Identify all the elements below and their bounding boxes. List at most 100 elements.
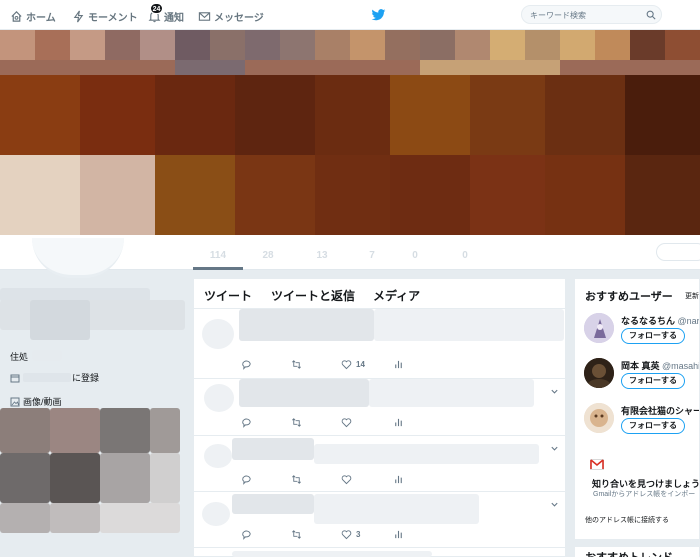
reply-icon [242,418,251,428]
nav-notifications-label: 通知 [164,12,184,24]
analytics-action[interactable] [393,474,408,485]
follow-button[interactable]: フォローする [621,373,685,389]
tweet-item[interactable] [194,379,567,436]
avatar[interactable] [584,358,614,388]
stat-moments[interactable]: 0 [445,250,485,261]
media-thumb[interactable] [0,503,50,533]
avatar[interactable] [584,313,614,343]
retweet-action[interactable] [291,474,306,485]
tweet-text-blur [232,551,432,557]
analytics-action[interactable] [393,417,408,428]
timeline: ツイート ツイートと返信 メディア 14 3 [193,278,567,557]
nav-messages[interactable]: メッセージ [198,7,264,25]
search-input[interactable] [530,8,640,22]
media-thumb[interactable] [0,408,50,453]
active-stat-indicator [193,267,243,270]
analytics-icon [395,360,402,369]
top-navigation: ホーム モーメント 通知 24 メッセージ [0,0,700,30]
suggested-user-name[interactable]: 岡本 真英 @masahi [621,359,699,372]
media-thumb[interactable] [50,408,100,453]
nav-moments[interactable]: モーメント [72,7,138,25]
twitter-bird-icon[interactable] [371,7,386,22]
calendar-icon [10,374,20,382]
stat-lists[interactable]: 0 [395,250,435,261]
media-thumb[interactable] [0,453,50,503]
joined-suffix: に登録 [72,373,100,383]
like-action[interactable] [341,474,356,485]
tweet-text-blur [239,379,369,407]
analytics-icon [395,530,402,539]
analytics-action[interactable] [393,529,408,540]
media-label: 画像/動画 [23,397,62,407]
tweet-avatar-blur [202,319,234,349]
analytics-action[interactable] [393,359,408,370]
envelope-icon [198,11,211,21]
stat-tweets[interactable]: 114 [198,250,238,261]
tab-tweets[interactable]: ツイート [204,287,252,304]
retweet-action[interactable] [291,417,306,428]
search-icon[interactable] [646,10,656,20]
stat-followers[interactable]: 13 [302,250,342,261]
stat-likes[interactable]: 7 [352,250,392,261]
suggested-user-name[interactable]: 有限会社猫のシャー [621,404,699,417]
heart-icon [341,530,352,540]
tweet-item[interactable] [194,436,567,492]
tweet-item[interactable]: 14 [194,309,567,379]
suggested-user-name[interactable]: なるなるちん @nar [621,314,700,327]
nav-messages-label: メッセージ [214,12,264,24]
avatar[interactable] [584,403,614,433]
joined-row: に登録 [10,371,99,384]
home-icon [11,10,22,22]
reply-action[interactable] [241,417,256,428]
avatar[interactable] [32,238,124,278]
suggested-user[interactable]: なるなるちん @nar フォローする [584,313,700,353]
media-thumb[interactable] [100,503,180,533]
location-value-blur [32,350,62,361]
suggested-user[interactable]: 有限会社猫のシャー フォローする [584,403,699,443]
follow-button[interactable]: フォローする [621,328,685,344]
search-box[interactable] [521,5,662,24]
media-thumb[interactable] [50,503,100,533]
tweet-text-blur [314,494,479,524]
like-action[interactable]: 3 [341,529,360,540]
refresh-link[interactable]: 更新 [685,291,699,301]
media-thumb[interactable] [100,453,150,503]
profile-action-button[interactable] [656,243,700,261]
media-thumb[interactable] [100,408,150,453]
location-label: 住処 [10,352,29,362]
retweet-action[interactable] [291,529,306,540]
chevron-down-icon[interactable] [550,444,559,453]
user-handle: @nar [677,316,700,326]
tweet-text-blur [369,379,534,407]
media-link[interactable]: 画像/動画 [10,395,62,408]
tweet-item[interactable]: 3 [194,492,567,548]
follow-button[interactable]: フォローする [621,418,685,434]
reply-action[interactable] [241,474,256,485]
heart-icon [341,418,352,428]
gmail-icon [590,459,604,470]
find-friends-gmail[interactable]: 知り合いを見つけましょう Gmailからアドレス帳をインポー [584,455,699,505]
image-icon [10,397,20,406]
media-thumb[interactable] [150,453,180,503]
joined-date-blur [23,373,71,382]
like-action[interactable]: 14 [341,359,365,370]
suggested-user[interactable]: 岡本 真英 @masahi フォローする [584,358,699,398]
tweet-text-blur [232,494,314,514]
tweet-text-blur [232,438,314,460]
tab-tweets-replies[interactable]: ツイートと返信 [271,287,355,304]
nav-home[interactable]: ホーム [10,7,56,25]
heart-icon [341,475,352,485]
retweet-action[interactable] [291,359,306,370]
other-address-book-link[interactable]: 他のアドレス帳に接続する [585,515,669,525]
media-thumb[interactable] [150,408,180,453]
reply-action[interactable] [241,359,256,370]
chevron-down-icon[interactable] [550,387,559,396]
lightning-icon [73,10,84,22]
like-action[interactable] [341,417,356,428]
stat-following[interactable]: 28 [248,250,288,261]
tab-media[interactable]: メディア [373,287,420,304]
chevron-down-icon[interactable] [550,500,559,509]
media-thumb[interactable] [50,453,100,503]
tweet-text-blur [239,309,374,341]
reply-action[interactable] [241,529,256,540]
